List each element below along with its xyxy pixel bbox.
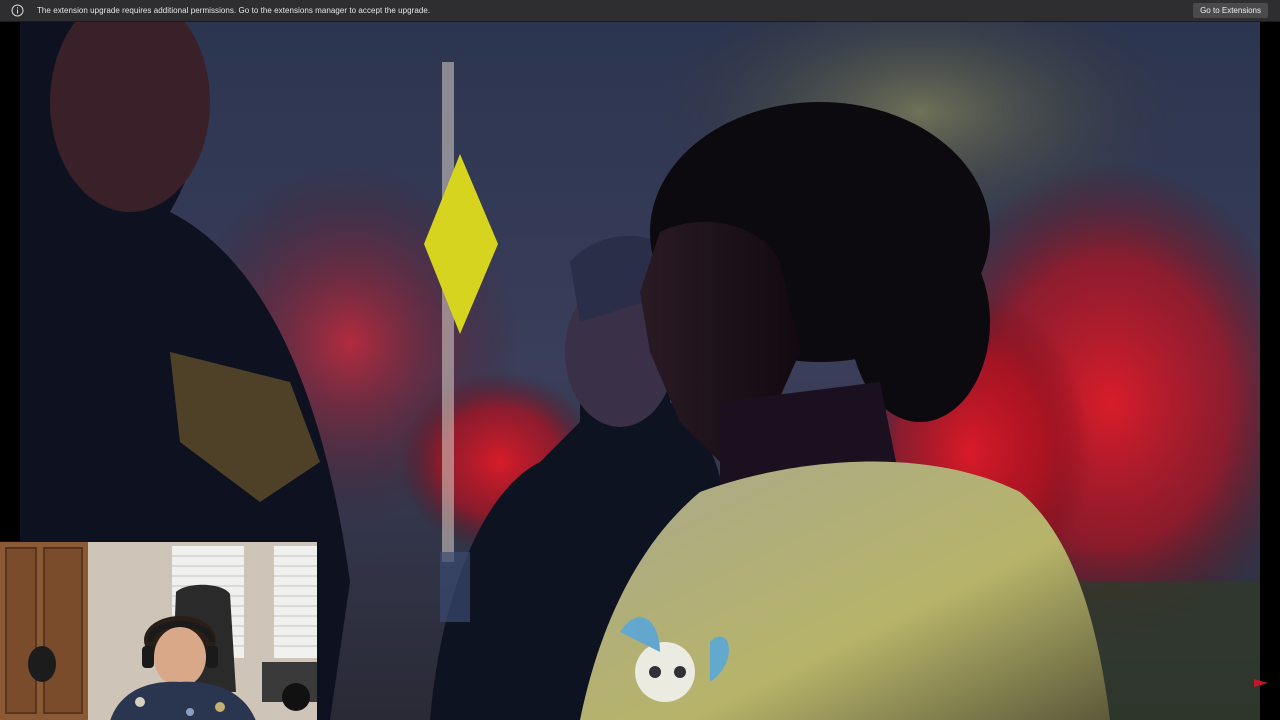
webcam-scene — [0, 542, 317, 720]
playback-position-indicator[interactable] — [1254, 674, 1268, 692]
go-to-extensions-button[interactable]: Go to Extensions — [1193, 3, 1268, 18]
webcam-feed — [0, 541, 318, 720]
extension-notification-bar: The extension upgrade requires additiona… — [0, 0, 1280, 22]
notification-message: The extension upgrade requires additiona… — [37, 6, 431, 15]
info-icon — [11, 4, 24, 17]
